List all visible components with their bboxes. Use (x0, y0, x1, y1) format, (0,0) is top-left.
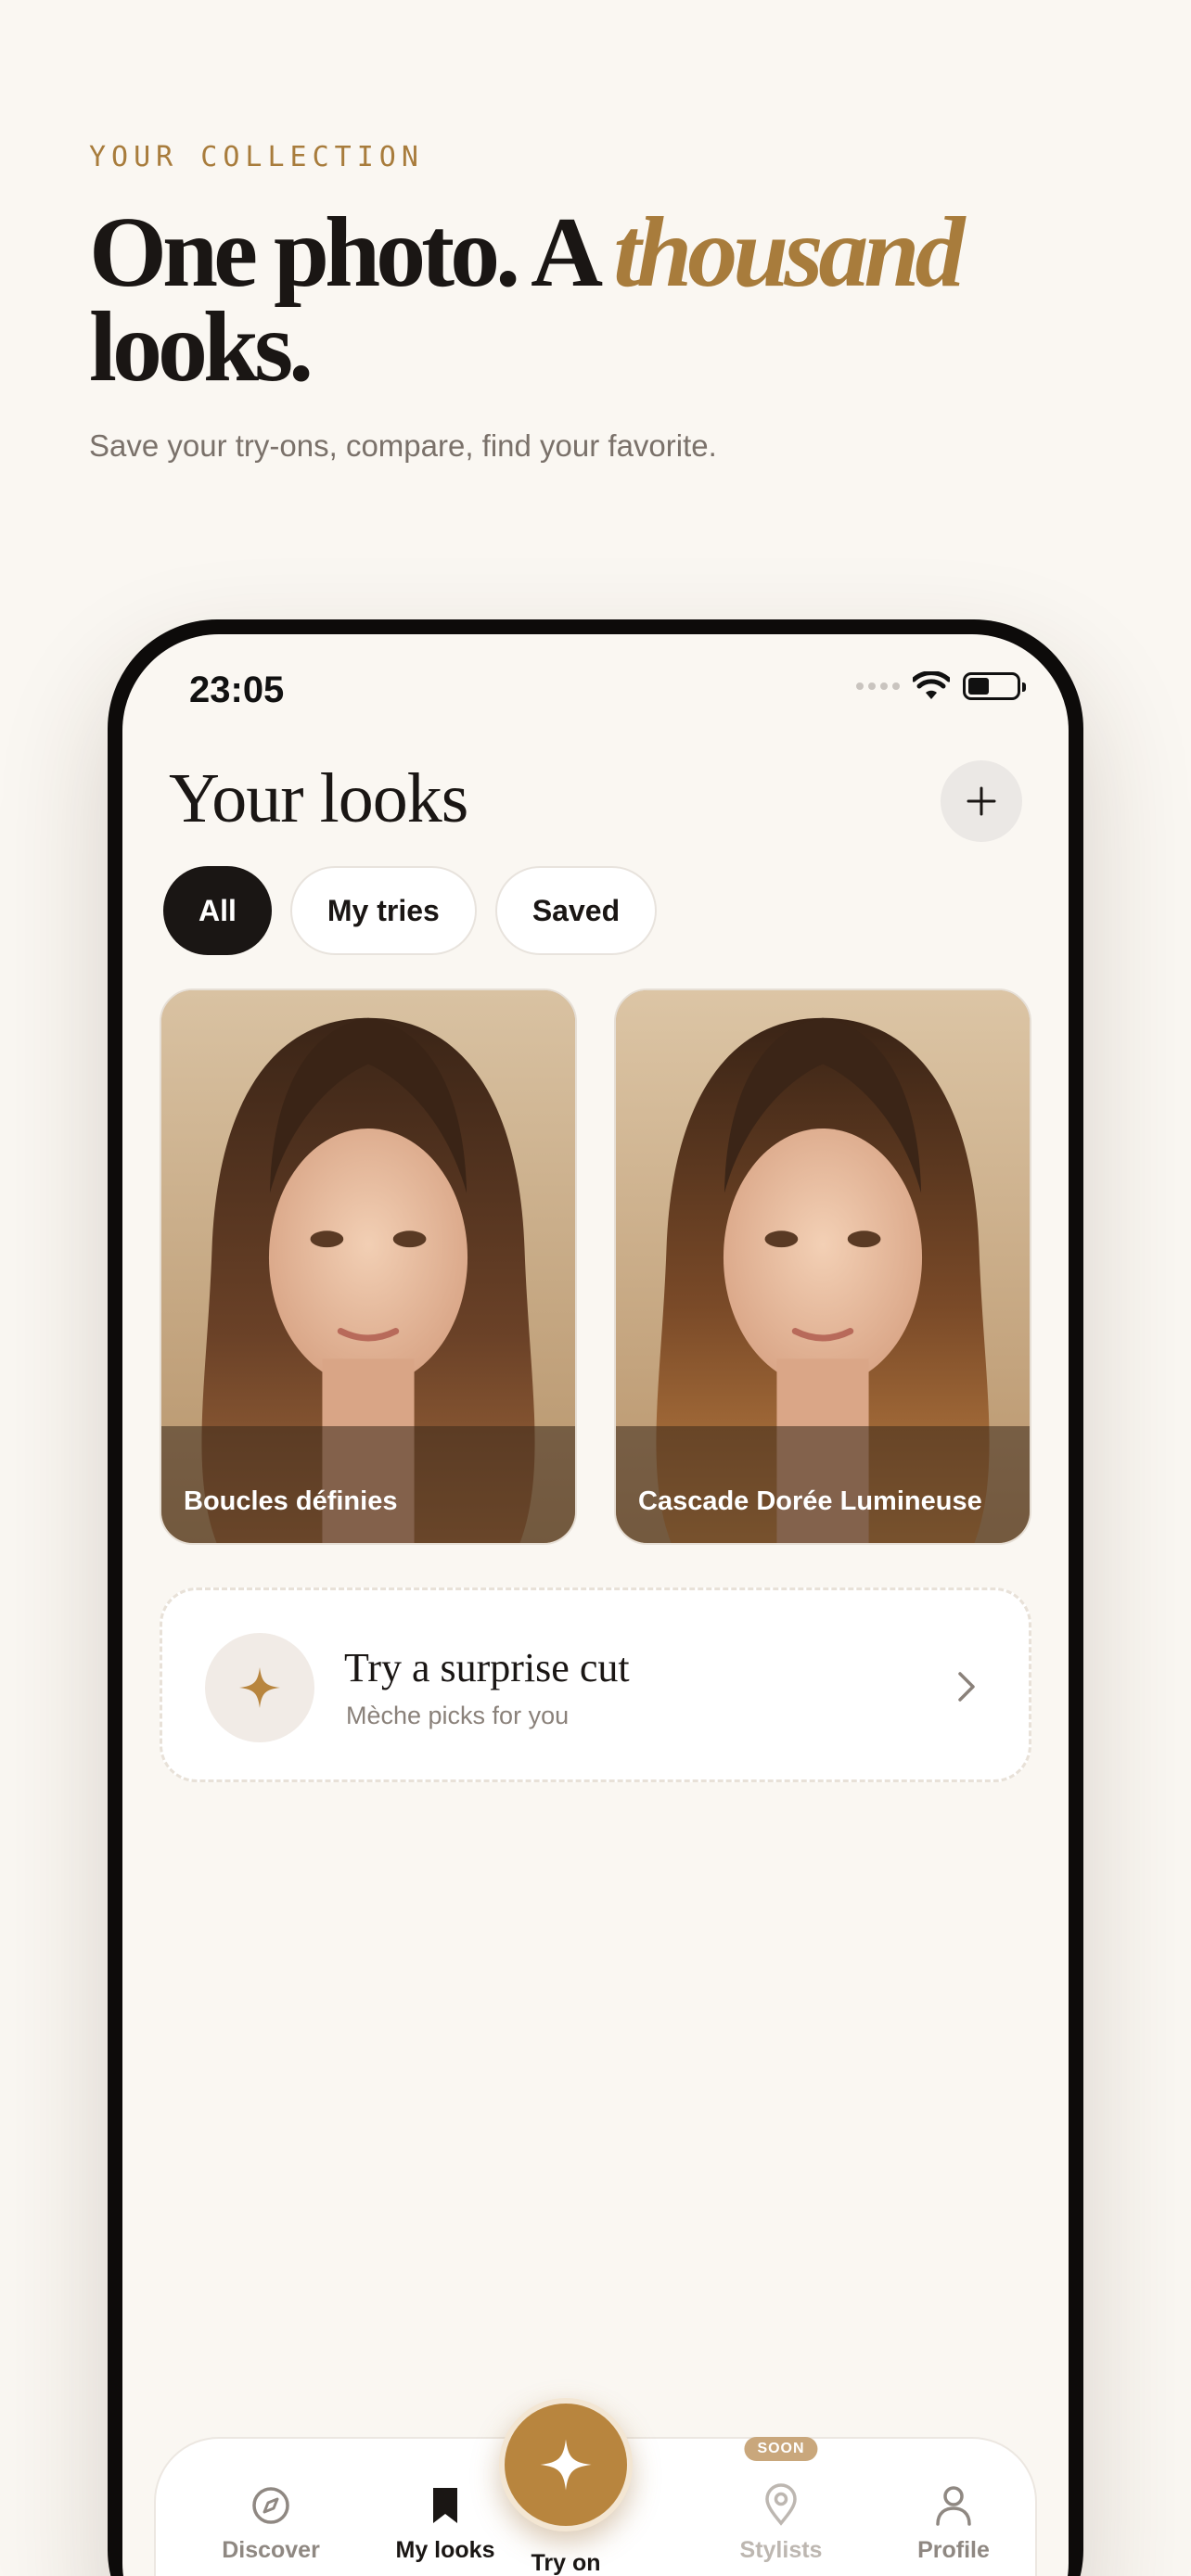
look-name: Cascade Dorée Lumineuse (638, 1486, 982, 1516)
headline-part2: looks. (89, 292, 314, 402)
try-on-label: Try on (531, 2550, 601, 2576)
try-on-button[interactable] (499, 2398, 633, 2531)
add-look-button[interactable] (941, 760, 1022, 842)
tab-profile-label: Profile (917, 2537, 990, 2563)
status-icons (856, 671, 1026, 701)
bookmark-icon (433, 2488, 457, 2523)
filter-chip-saved[interactable]: Saved (494, 866, 658, 955)
sparkle-icon (540, 2439, 592, 2491)
user-icon (936, 2486, 971, 2526)
chevron-right-icon (958, 1672, 975, 1702)
sparkle-icon (239, 1667, 280, 1708)
location-pin-icon (765, 2483, 797, 2526)
eyebrow-label: YOUR COLLECTION (89, 141, 424, 173)
compass-icon (252, 2487, 289, 2524)
tab-stylists[interactable]: SOON Stylists (716, 2437, 846, 2564)
filter-chip-my-tries[interactable]: My tries (289, 866, 477, 955)
status-time: 23:05 (189, 670, 285, 710)
page-title: Your looks (169, 759, 468, 837)
look-card[interactable]: Boucles définies (160, 988, 577, 1545)
headline-accent: thousand (613, 198, 965, 308)
tab-stylists-label: Stylists (739, 2537, 823, 2563)
surprise-cut-card[interactable]: Try a surprise cut Mèche picks for you (160, 1588, 1031, 1782)
surprise-subtitle: Mèche picks for you (346, 1702, 570, 1729)
tab-discover-label: Discover (222, 2537, 320, 2563)
tab-discover[interactable]: Discover (206, 2480, 336, 2564)
wifi-icon (913, 671, 950, 699)
phone-screen: 23:05 Your looks All My tries Saved Bouc… (122, 634, 1069, 2576)
battery-icon (963, 672, 1026, 700)
soon-badge: SOON (744, 2437, 818, 2461)
sparkle-icon-container (205, 1633, 314, 1742)
subhead: Save your try-ons, compare, find your fa… (89, 428, 717, 463)
headline: One photo. A thousand looks. (89, 203, 1109, 398)
tab-profile[interactable]: Profile (889, 2480, 1018, 2564)
tab-my-looks-label: My looks (395, 2537, 495, 2563)
cellular-signal-icon (856, 682, 900, 690)
look-name: Boucles définies (184, 1486, 398, 1516)
looks-grid: Boucles définies Cascade Dorée Lumineuse (160, 988, 1031, 1545)
filter-chips: All My tries Saved (163, 866, 658, 955)
tab-my-looks[interactable]: My looks (380, 2480, 510, 2564)
look-card[interactable]: Cascade Dorée Lumineuse (614, 988, 1031, 1545)
filter-chip-all[interactable]: All (163, 866, 272, 955)
plus-icon (967, 786, 996, 816)
phone-frame: 23:05 Your looks All My tries Saved Bouc… (108, 619, 1083, 2576)
surprise-title: Try a surprise cut (344, 1645, 630, 1690)
